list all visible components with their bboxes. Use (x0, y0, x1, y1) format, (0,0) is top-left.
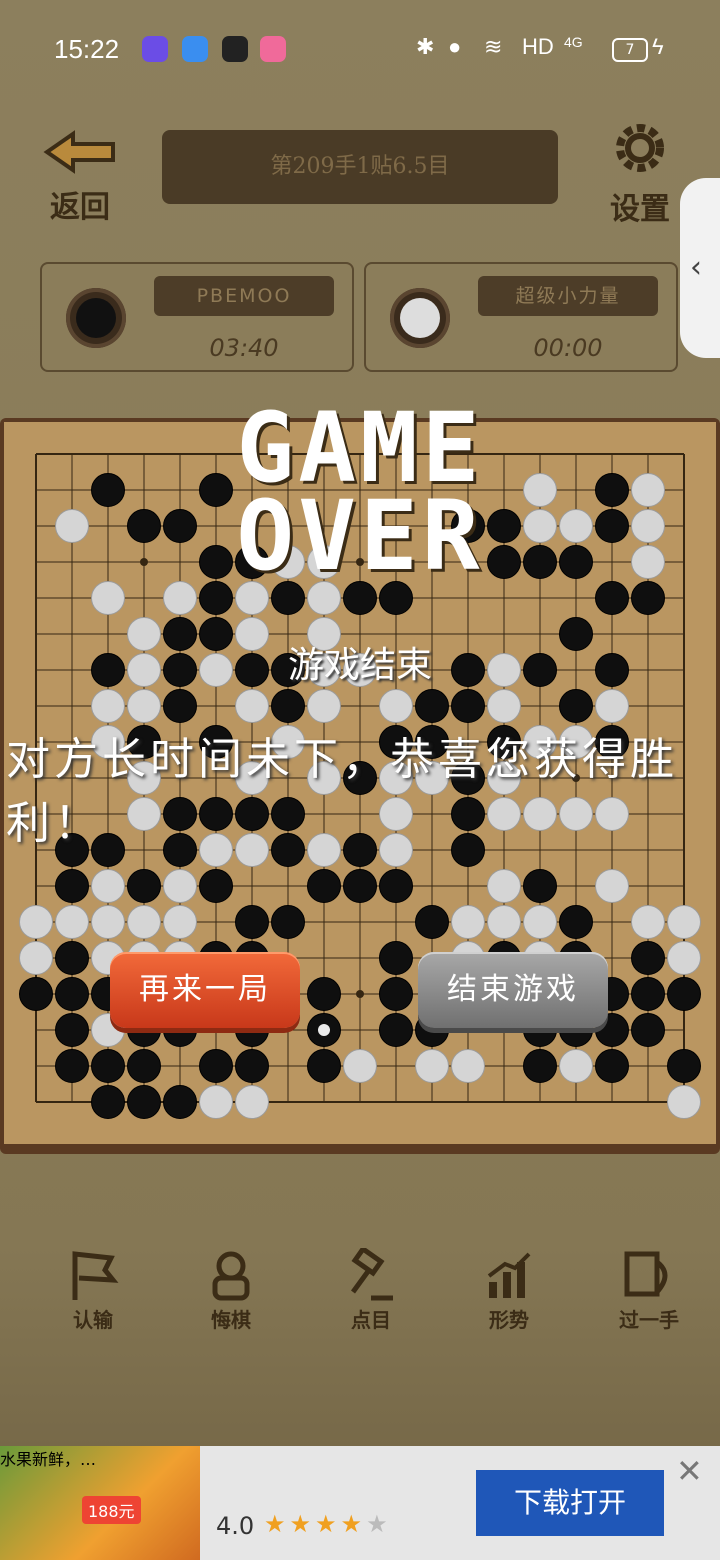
charging-icon: ϟ (652, 34, 664, 59)
settings-label: 设置 (610, 192, 670, 227)
status-time: 15:22 (54, 34, 120, 64)
black-stone-bowl-icon (66, 288, 126, 348)
chart-icon (487, 1252, 531, 1298)
toolbar-label: 点目 (351, 1308, 391, 1332)
signal-label: 4G (564, 34, 583, 50)
undo-hand-icon (212, 1251, 250, 1301)
player-black-card: PBEMOO 03:40 (40, 262, 354, 372)
player-clock: 03:40 (209, 334, 279, 362)
app-notification-icon (142, 36, 168, 62)
toolbar-label: 过一手 (619, 1308, 679, 1332)
flag-icon (72, 1251, 119, 1300)
battery-indicator: 7 (612, 38, 648, 62)
ad-download-button[interactable]: 下载打开 (476, 1470, 664, 1536)
player-white-card: 超级小力量 00:00 (364, 262, 678, 372)
game-over-title: GAME OVER (0, 392, 720, 592)
pass-icon (624, 1251, 668, 1297)
settings-button[interactable]: 设置 (600, 120, 680, 228)
gear-icon (616, 124, 664, 172)
back-label: 返回 (50, 190, 110, 225)
browser-notification-icon (182, 36, 208, 62)
network-label: HD (522, 34, 554, 59)
player-name: 超级小力量 (478, 276, 658, 316)
count-button[interactable]: 点目 (326, 1248, 416, 1333)
move-info: 第209手1贴6.5目 (162, 130, 558, 204)
bluetooth-icon: ✱ (416, 34, 435, 59)
game-over-subtitle: 游戏结束 (287, 645, 432, 686)
ad-rating: 4.0 (216, 1512, 255, 1540)
player-name: PBEMOO (154, 276, 334, 316)
replay-button[interactable]: 再来一局 (110, 952, 300, 1028)
resign-button[interactable]: 认输 (48, 1248, 138, 1333)
ad-badge: 188元 (82, 1496, 141, 1524)
game-over-line1: GAME (236, 392, 484, 504)
gavel-icon (350, 1248, 393, 1301)
game-over-line2: OVER (236, 480, 484, 592)
ad-title[interactable]: 水果新鲜，… (0, 1446, 96, 1470)
status-bar: 15:22 ✱ ● ≋ HD 4G 7 ϟ (0, 0, 720, 100)
game-over-message: 对方长时间未下，恭喜您获得胜利！ (6, 734, 678, 849)
toolbar-label: 悔棋 (211, 1308, 251, 1332)
chevron-left-icon: ‹ (690, 250, 702, 285)
rating-stars-icon: ★★★★★ (264, 1510, 392, 1538)
mic-icon: ● (448, 34, 462, 59)
white-stone-bowl-icon (390, 288, 450, 348)
tiktok-notification-icon (222, 36, 248, 62)
bilibili-notification-icon (260, 36, 286, 62)
wifi-icon: ≋ (484, 34, 503, 59)
back-button[interactable]: 返回 (40, 130, 120, 226)
toolbar-label: 认输 (73, 1308, 113, 1332)
pass-button[interactable]: 过一手 (604, 1248, 694, 1333)
undo-button[interactable]: 悔棋 (186, 1248, 276, 1333)
player-clock: 00:00 (533, 334, 603, 362)
back-arrow-icon (43, 130, 115, 174)
end-game-button[interactable]: 结束游戏 (418, 952, 608, 1028)
situation-button[interactable]: 形势 (464, 1248, 554, 1333)
ad-close-icon[interactable]: ✕ (676, 1452, 703, 1490)
side-panel-toggle[interactable]: ‹ (680, 178, 720, 358)
toolbar-label: 形势 (489, 1308, 529, 1332)
